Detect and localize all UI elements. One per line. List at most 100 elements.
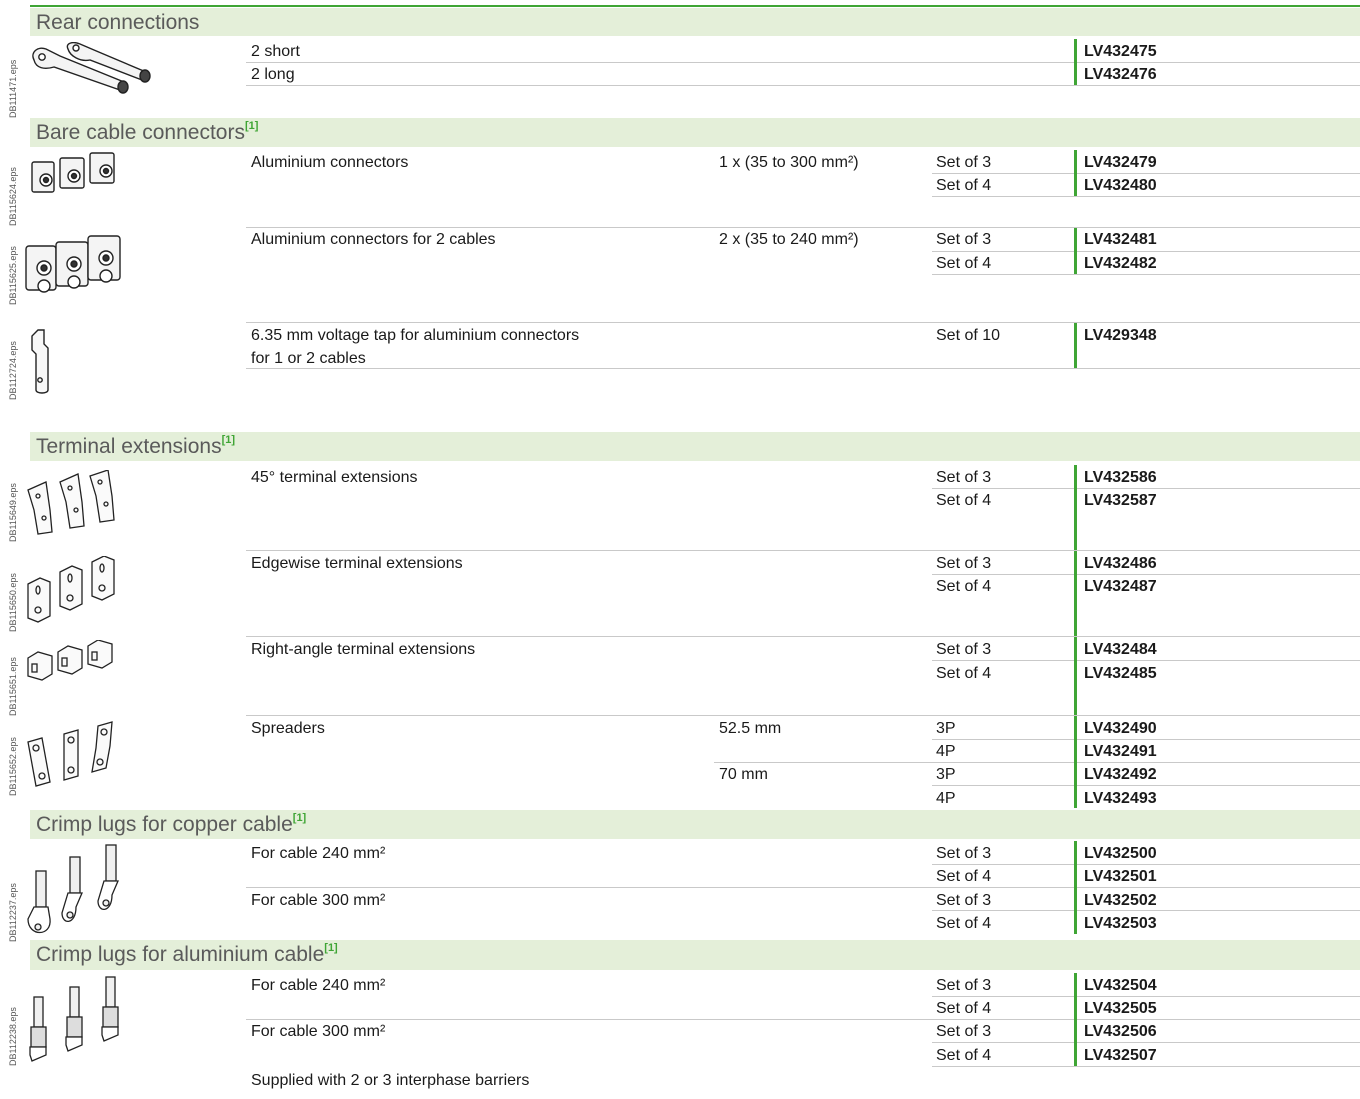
footer-note: Supplied with 2 or 3 interphase barriers: [251, 1072, 530, 1089]
desc-text: 2 short: [251, 43, 300, 60]
spec-text: 1 x (35 to 300 mm²): [719, 154, 859, 171]
quantity-text: Set of 4: [936, 1000, 992, 1017]
row-divider: [932, 196, 1360, 197]
row-divider: [246, 62, 1360, 63]
reference-bar: [1074, 973, 1077, 1066]
reference-code: LV432479: [1084, 154, 1157, 171]
row-divider: [246, 715, 1360, 716]
quantity-text: Set of 3: [936, 892, 992, 909]
image-label: DB111471.eps: [8, 59, 18, 118]
quantity-text: Set of 3: [936, 845, 992, 862]
desc-text: 45° terminal extensions: [251, 469, 418, 486]
section-title: Rear connections: [36, 11, 200, 34]
reference-code: LV432484: [1084, 641, 1157, 658]
image-label: DB112724.eps: [8, 341, 18, 400]
reference-bar: [1074, 323, 1077, 368]
reference-code: LV432490: [1084, 720, 1157, 737]
reference-code: LV432476: [1084, 66, 1157, 83]
voltage-tap-illustration: [31, 329, 49, 394]
row-divider: [714, 762, 1360, 763]
row-divider: [932, 739, 1360, 740]
footnote-marker: [1]: [292, 812, 307, 824]
row-divider: [246, 887, 1360, 888]
desc-text: Aluminium connectors for 2 cables: [251, 231, 496, 248]
row-divider: [932, 274, 1360, 275]
quantity-text: Set of 3: [936, 1023, 992, 1040]
row-divider: [932, 996, 1360, 997]
section-title: Crimp lugs for copper cable: [36, 813, 293, 836]
spec-text: 2 x (35 to 240 mm²): [719, 231, 859, 248]
row-divider: [932, 251, 1360, 252]
reference-bar: [1074, 637, 1077, 715]
reference-bar: [1074, 39, 1077, 85]
reference-code: LV432505: [1084, 1000, 1157, 1017]
section-title: Bare cable connectors: [36, 121, 245, 144]
reference-code: LV432502: [1084, 892, 1157, 909]
row-divider: [246, 368, 1360, 369]
desc-text: for 1 or 2 cables: [251, 350, 366, 367]
quantity-text: Set of 4: [936, 1047, 992, 1064]
section-header-bare-cable-connectors: Bare cable connectors[1]: [30, 118, 1360, 147]
quantity-text: Set of 4: [936, 665, 992, 682]
reference-code: LV432501: [1084, 868, 1157, 885]
row-divider: [932, 488, 1360, 489]
section-title: Crimp lugs for aluminium cable: [36, 943, 325, 966]
image-label: DB112238.eps: [8, 1007, 18, 1066]
section-header-crimp-lugs-aluminium: Crimp lugs for aluminium cable[1]: [30, 940, 1360, 970]
row-divider: [246, 85, 1360, 86]
reference-code: LV432500: [1084, 845, 1157, 862]
quantity-text: Set of 3: [936, 231, 992, 248]
connectors-2-cables-illustration: [25, 235, 121, 293]
edgewise-extensions-illustration: [27, 556, 115, 623]
desc-text: For cable 300 mm²: [251, 1023, 386, 1040]
reference-code: LV432482: [1084, 255, 1157, 272]
spreaders-illustration: [27, 721, 113, 787]
quantity-text: Set of 3: [936, 154, 992, 171]
image-label: DB115651.eps: [8, 657, 18, 716]
quantity-text: 4P: [936, 743, 956, 760]
reference-code: LV429348: [1084, 327, 1157, 344]
image-label: DB115625.eps: [8, 246, 18, 305]
footnote-marker: [1]: [244, 120, 259, 132]
row-divider: [932, 785, 1360, 786]
row-divider: [932, 864, 1360, 865]
aluminium-crimp-lugs-illustration: [29, 976, 119, 1062]
row-divider: [932, 1066, 1360, 1067]
image-label: DB112237.eps: [8, 883, 18, 942]
reference-bar: [1074, 228, 1077, 274]
reference-code: LV432487: [1084, 578, 1157, 595]
quantity-text: Set of 3: [936, 469, 992, 486]
reference-code: LV432475: [1084, 43, 1157, 60]
section-header-rear-connections: Rear connections: [30, 8, 1360, 36]
desc-text: 6.35 mm voltage tap for aluminium connec…: [251, 327, 580, 344]
image-label: DB115650.eps: [8, 573, 18, 632]
desc-text: For cable 300 mm²: [251, 892, 386, 909]
quantity-text: Set of 3: [936, 641, 992, 658]
reference-code: LV432506: [1084, 1023, 1157, 1040]
row-divider: [246, 322, 1360, 323]
quantity-text: Set of 4: [936, 868, 992, 885]
reference-code: LV432504: [1084, 977, 1157, 994]
45-degree-extensions-illustration: [27, 470, 115, 535]
row-divider: [932, 173, 1360, 174]
footnote-marker: [1]: [324, 942, 338, 954]
desc-text: Edgewise terminal extensions: [251, 555, 463, 572]
quantity-text: Set of 3: [936, 977, 992, 994]
desc-text: Right-angle terminal extensions: [251, 641, 476, 658]
image-label: DB115652.eps: [8, 737, 18, 796]
catalog-page: Rear connections DB111471.eps 2 short 2 …: [0, 0, 1360, 1099]
row-divider: [246, 227, 1360, 228]
footnote-marker: [1]: [221, 434, 236, 446]
reference-bar: [1074, 150, 1077, 196]
reference-code: LV432587: [1084, 492, 1157, 509]
section-header-terminal-extensions: Terminal extensions[1]: [30, 432, 1360, 461]
reference-code: LV432493: [1084, 790, 1157, 807]
row-divider: [932, 910, 1360, 911]
quantity-text: 3P: [936, 720, 956, 737]
quantity-text: Set of 10: [936, 327, 1001, 344]
reference-code: LV432491: [1084, 743, 1157, 760]
reference-code: LV432586: [1084, 469, 1157, 486]
aluminium-connectors-illustration: [31, 152, 115, 193]
quantity-text: Set of 3: [936, 555, 992, 572]
reference-code: LV432507: [1084, 1047, 1157, 1064]
